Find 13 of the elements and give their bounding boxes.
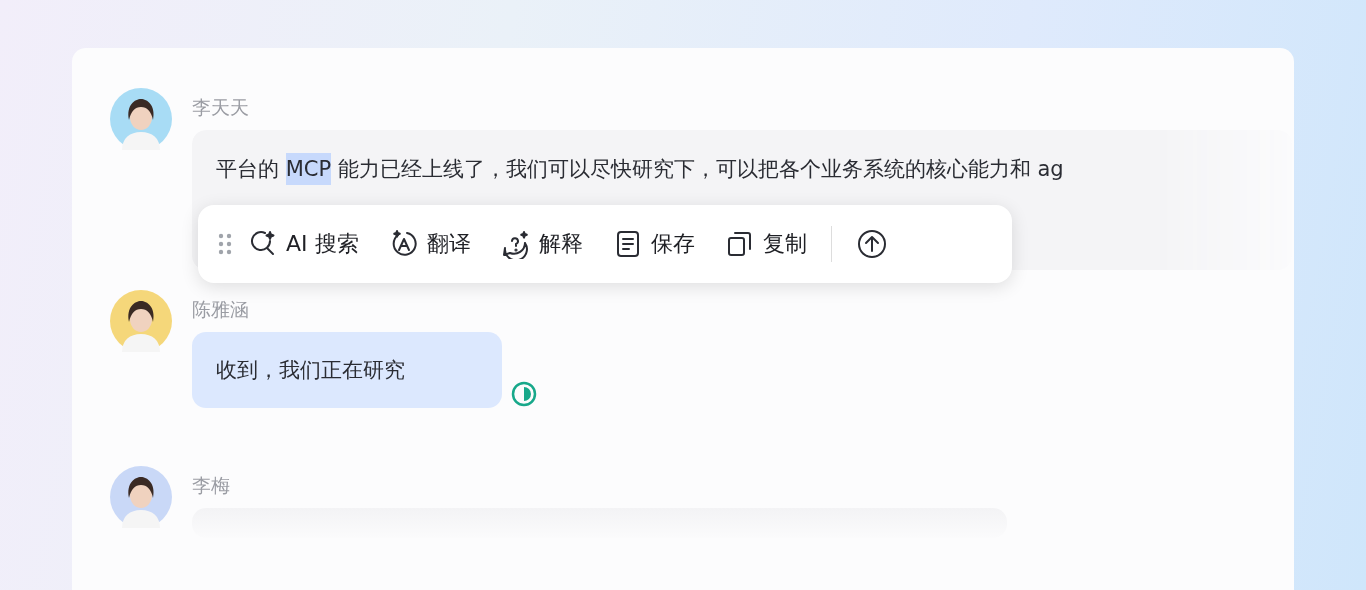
message-bubble: 收到，我们正在研究 [192, 332, 502, 408]
toolbar-button[interactable]: 翻译 [388, 229, 471, 259]
up-arrow-circle-icon [855, 228, 888, 260]
sender-name: 陈雅涵 [192, 298, 250, 320]
sender-name: 李梅 [192, 474, 231, 496]
toolbar-button[interactable]: 复制 [724, 229, 807, 259]
send-button[interactable] [855, 228, 888, 260]
toolbar-button[interactable]: 保存 [612, 229, 695, 259]
toolbar-button[interactable]: AI 搜索 [248, 229, 359, 259]
sender-name: 李天天 [192, 96, 250, 118]
toolbar-button[interactable]: 解释 [500, 229, 583, 259]
drag-handle-icon[interactable] [218, 232, 232, 256]
question-bubble-icon [500, 229, 531, 259]
